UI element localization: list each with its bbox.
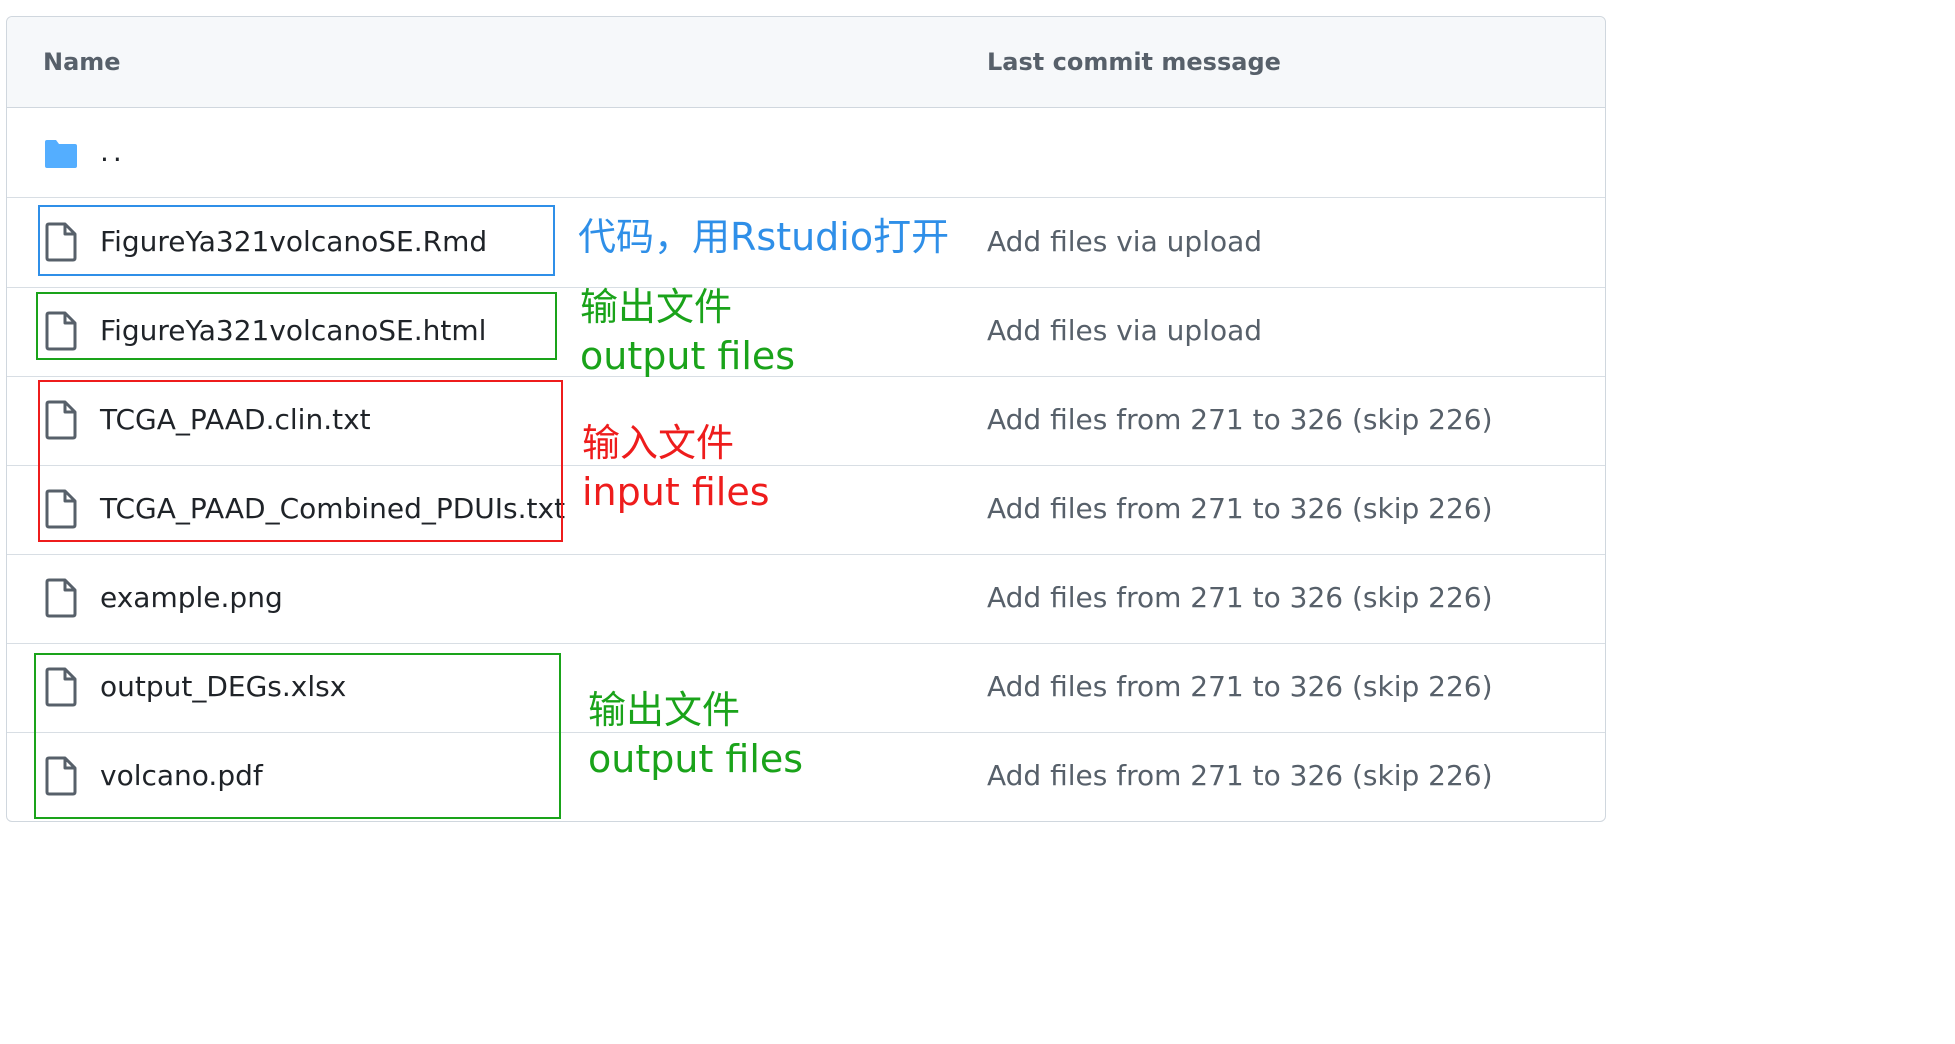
name-column-header: Name: [43, 48, 121, 76]
output-annotation-2-cn: 输出文件: [588, 688, 741, 732]
commit-message-link[interactable]: Add files via upload: [987, 314, 1262, 347]
table-row[interactable]: example.png Add files from 271 to 326 (s…: [7, 554, 1605, 644]
commit-message-link[interactable]: Add files from 271 to 326 (skip 226): [987, 581, 1493, 614]
file-icon: [45, 578, 77, 618]
input-files-highlight-box: [38, 380, 563, 542]
commit-column-header: Last commit message: [987, 48, 1281, 76]
output-file-highlight-box: [36, 292, 557, 360]
file-name-link[interactable]: example.png: [100, 581, 283, 614]
code-file-highlight-box: [38, 205, 555, 276]
table-header: Name Last commit message: [7, 17, 1605, 108]
commit-message-link[interactable]: Add files via upload: [987, 225, 1262, 258]
commit-message-link[interactable]: Add files from 271 to 326 (skip 226): [987, 670, 1493, 703]
commit-message-link[interactable]: Add files from 271 to 326 (skip 226): [987, 403, 1493, 436]
input-annotation-cn: 输入文件: [582, 421, 735, 465]
output-annotation-2-en: output files: [588, 737, 804, 781]
code-annotation: 代码，用Rstudio打开: [578, 215, 950, 259]
output-annotation-cn: 输出文件: [580, 285, 733, 329]
parent-directory-row[interactable]: ..: [7, 108, 1605, 198]
input-annotation-en: input files: [582, 470, 770, 514]
output-files-highlight-box: [34, 653, 561, 819]
commit-message-link[interactable]: Add files from 271 to 326 (skip 226): [987, 492, 1493, 525]
output-annotation-en: output files: [580, 334, 796, 378]
commit-message-link[interactable]: Add files from 271 to 326 (skip 226): [987, 759, 1493, 792]
parent-directory-link[interactable]: ..: [100, 135, 126, 168]
folder-icon: [45, 140, 77, 168]
